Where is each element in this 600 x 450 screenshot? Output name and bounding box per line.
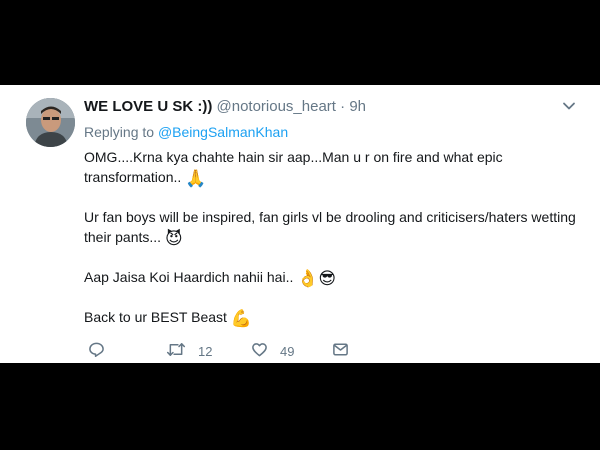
tweet-text: OMG....Krna kya chahte hain sir aap...Ma…	[84, 147, 594, 347]
retweet-count: 12	[198, 343, 213, 359]
retweet-icon	[166, 341, 186, 361]
tweet-paragraph: Ur fan boys will be inspired, fan girls …	[84, 207, 594, 249]
reply-icon	[88, 341, 105, 361]
tweet-header: WE LOVE U SK :)) @notorious_heart · 9h	[84, 98, 580, 116]
paragraph-text: Ur fan boys will be inspired, fan girls …	[84, 209, 576, 245]
paragraph-text: Aap Jaisa Koi Haardich nahii hai..	[84, 269, 294, 285]
separator-dot: ·	[340, 98, 346, 115]
user-handle[interactable]: @notorious_heart	[217, 98, 336, 115]
flexed-biceps-emoji: 💪	[230, 309, 252, 328]
tweet-paragraph: Aap Jaisa Koi Haardich nahii hai.. 👌😎	[84, 267, 594, 289]
smiling-devil-emoji: 😈	[164, 229, 183, 248]
paragraph-text: Back to ur BEST Beast	[84, 309, 227, 325]
mention-link[interactable]: @BeingSalmanKhan	[158, 124, 288, 140]
envelope-icon	[332, 341, 349, 361]
heart-icon	[251, 341, 268, 361]
direct-message-button[interactable]	[332, 341, 349, 361]
like-count: 49	[280, 343, 295, 359]
chevron-down-icon[interactable]	[562, 99, 576, 113]
tweet-paragraph: Back to ur BEST Beast 💪	[84, 307, 594, 329]
display-name[interactable]: WE LOVE U SK :))	[84, 98, 212, 115]
folded-hands-emoji: 🙏	[185, 169, 207, 188]
replying-to-label: Replying to	[84, 124, 155, 140]
ok-hand-sunglasses-emoji: 👌😎	[297, 269, 337, 288]
retweet-button[interactable]: 12	[166, 341, 212, 361]
tweet-card: WE LOVE U SK :)) @notorious_heart · 9h R…	[0, 85, 600, 363]
replying-to-line: Replying to @BeingSalmanKhan	[84, 123, 288, 141]
like-button[interactable]: 49	[251, 341, 294, 361]
timestamp[interactable]: 9h	[349, 98, 366, 115]
avatar[interactable]	[26, 98, 75, 147]
paragraph-text: OMG....Krna kya chahte hain sir aap...Ma…	[84, 149, 503, 185]
reply-button[interactable]	[88, 341, 105, 361]
tweet-paragraph: OMG....Krna kya chahte hain sir aap...Ma…	[84, 147, 594, 189]
